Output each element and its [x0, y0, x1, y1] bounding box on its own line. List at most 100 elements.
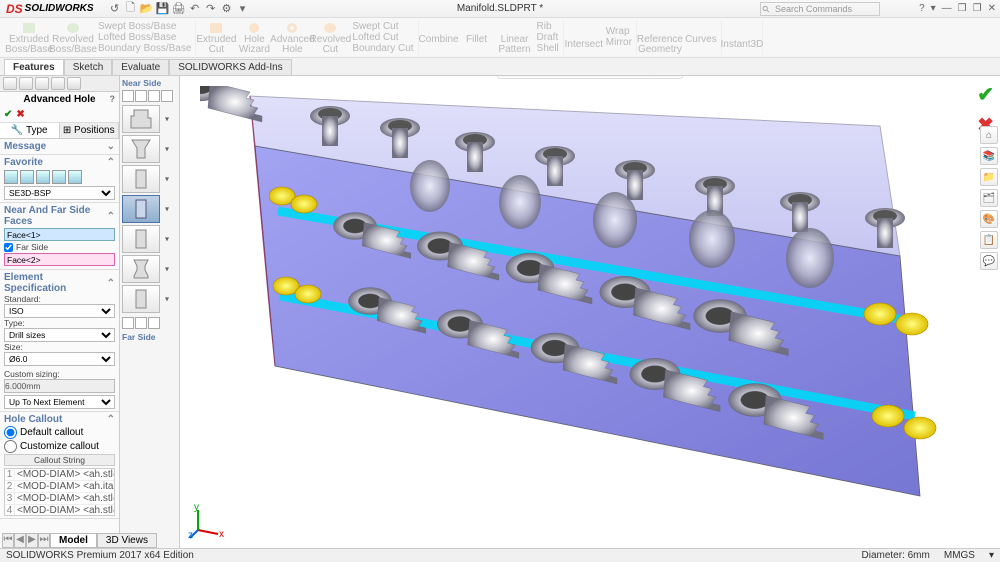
tab-3dviews[interactable]: 3D Views	[97, 533, 157, 548]
tab-model[interactable]: Model	[50, 533, 97, 548]
tab-evaluate[interactable]: Evaluate	[112, 59, 169, 75]
pm-config-icon[interactable]	[35, 77, 49, 90]
tab-last-icon[interactable]: ⏭	[38, 533, 50, 548]
instant3d-button[interactable]: Instant3D	[726, 26, 758, 50]
favorite-heading[interactable]: Favorite	[4, 157, 43, 168]
callout-table[interactable]: 1<MOD-DIAM> <ah.stl@dia> 2<MOD-DIAM> <ah…	[4, 468, 115, 516]
qat-undo-arrow-icon[interactable]: ↺	[108, 2, 122, 16]
extruded-boss-button[interactable]: Extruded Boss/Base	[10, 21, 48, 55]
hole-wizard-button[interactable]: Hole Wizard	[238, 21, 270, 55]
shell-button[interactable]: Shell	[537, 43, 559, 54]
pm-tree-icon[interactable]	[3, 77, 17, 90]
size-select[interactable]: Ø6.0	[4, 352, 115, 366]
tab-addins[interactable]: SOLIDWORKS Add-Ins	[169, 59, 291, 75]
fav-icon[interactable]	[52, 170, 66, 184]
lofted-boss-button[interactable]: Lofted Boss/Base	[98, 32, 191, 43]
close-icon[interactable]: ✕	[988, 3, 996, 14]
scene-icon[interactable]: ✦	[628, 76, 642, 77]
taskpane-explorer-icon[interactable]: 📁	[980, 168, 998, 186]
callout-heading[interactable]: Hole Callout	[4, 414, 62, 425]
restore-icon[interactable]: ❐	[958, 3, 967, 14]
status-more-icon[interactable]: ▾	[989, 550, 994, 561]
combine-button[interactable]: Combine	[423, 21, 455, 55]
help-icon[interactable]: ?	[110, 94, 116, 104]
linear-pattern-button[interactable]: Linear Pattern	[499, 21, 531, 55]
prev-view-icon[interactable]: ↩	[538, 76, 552, 77]
taskpane-resources-icon[interactable]: ⌂	[980, 126, 998, 144]
boundary-boss-button[interactable]: Boundary Boss/Base	[98, 43, 191, 54]
rib-button[interactable]: Rib	[537, 21, 559, 32]
far-face-field[interactable]: Face<2>	[4, 253, 115, 266]
profile-tool-icon[interactable]	[122, 90, 134, 102]
cancel-button[interactable]: ✖	[16, 109, 24, 120]
view-triad[interactable]: x y z	[188, 504, 224, 540]
profile-straight[interactable]: ▾	[122, 165, 160, 193]
qat-print-icon[interactable]: 🖨	[172, 2, 186, 16]
far-side-checkbox[interactable]	[4, 243, 13, 252]
qat-new-icon[interactable]: 🗋	[124, 2, 138, 16]
qat-options-icon[interactable]: ⚙	[220, 2, 234, 16]
intersect-button[interactable]: Intersect	[568, 26, 600, 50]
profile-tool-icon[interactable]	[161, 90, 173, 102]
taskpane-palette-icon[interactable]: 🗂	[980, 189, 998, 207]
profile-counterbore[interactable]: ▾	[122, 105, 160, 133]
type-select[interactable]: Drill sizes	[4, 328, 115, 342]
qat-open-icon[interactable]: 📂	[140, 2, 154, 16]
profile-tool-icon[interactable]	[148, 90, 160, 102]
swept-cut-button[interactable]: Swept Cut	[352, 21, 413, 32]
zoom-fit-icon[interactable]: ⤢	[502, 76, 516, 77]
minimize-icon[interactable]: —	[942, 3, 952, 14]
maximize-icon[interactable]: ❐	[973, 3, 982, 14]
draft-button[interactable]: Draft	[537, 32, 559, 43]
qat-save-icon[interactable]: 💾	[156, 2, 170, 16]
help-dropdown-icon[interactable]: ▾	[931, 3, 936, 14]
subtab-positions[interactable]: ⊞ Positions	[60, 123, 120, 138]
profile-countersink[interactable]: ▾	[122, 135, 160, 163]
status-units[interactable]: MMGS	[944, 550, 975, 561]
reference-geometry-button[interactable]: Reference Geometry	[641, 21, 679, 55]
subtab-type[interactable]: 🔧 Type	[0, 123, 60, 138]
section-icon[interactable]: ▥	[556, 76, 570, 77]
hide-show-icon[interactable]: ◔	[610, 76, 624, 77]
display-style-icon[interactable]: ◉	[592, 76, 606, 77]
favorite-select[interactable]: SE3D-BSP	[4, 186, 115, 200]
help-icon[interactable]: ?	[919, 3, 925, 14]
profile-tool-icon[interactable]	[148, 317, 160, 329]
taskpane-library-icon[interactable]: 📚	[980, 147, 998, 165]
taskpane-props-icon[interactable]: 📋	[980, 231, 998, 249]
profile-straight3[interactable]: ▾	[122, 285, 160, 313]
tab-next-icon[interactable]: ▶	[26, 533, 38, 548]
render-icon[interactable]: ▦	[664, 76, 678, 77]
zoom-area-icon[interactable]: 🔍	[520, 76, 534, 77]
profile-tool-icon[interactable]	[135, 317, 147, 329]
lofted-cut-button[interactable]: Lofted Cut	[352, 32, 413, 43]
near-face-field[interactable]: Face<1>	[4, 228, 115, 241]
mirror-button[interactable]: Mirror	[606, 37, 632, 48]
ok-button[interactable]: ✔	[4, 109, 12, 120]
profile-straight2[interactable]: ▾	[122, 225, 160, 253]
revolved-cut-button[interactable]: Revolved Cut	[314, 21, 346, 55]
profile-tapered[interactable]: ▾	[122, 255, 160, 283]
extruded-cut-button[interactable]: Extruded Cut	[200, 21, 232, 55]
graphics-viewport[interactable]: ⤢🔍↩▥⬓◉◔✦🌐▦ ✔ ✖ ⌂ 📚 📁 🗂 🎨 📋 💬	[180, 76, 1000, 548]
qat-redo-icon[interactable]: ↷	[204, 2, 218, 16]
tab-features[interactable]: Features	[4, 59, 64, 75]
search-commands-input[interactable]: Search Commands	[760, 2, 880, 16]
spec-heading[interactable]: Element Specification	[4, 272, 107, 294]
pm-prop-icon[interactable]	[19, 77, 33, 90]
pm-dim-icon[interactable]	[51, 77, 65, 90]
appearance-icon[interactable]: 🌐	[646, 76, 660, 77]
advanced-hole-button[interactable]: Advanced Hole	[276, 21, 308, 55]
profile-tool-icon[interactable]	[135, 90, 147, 102]
qat-dropdown-icon[interactable]: ▾	[236, 2, 250, 16]
fillet-button[interactable]: Fillet	[461, 21, 493, 55]
message-heading[interactable]: Message	[4, 141, 46, 152]
default-callout-radio[interactable]	[4, 426, 17, 439]
taskpane-appearance-icon[interactable]: 🎨	[980, 210, 998, 228]
standard-select[interactable]: ISO	[4, 304, 115, 318]
view-orient-icon[interactable]: ⬓	[574, 76, 588, 77]
wrap-button[interactable]: Wrap	[606, 26, 632, 37]
fav-icon[interactable]	[36, 170, 50, 184]
pm-display-icon[interactable]	[67, 77, 81, 90]
revolved-boss-button[interactable]: Revolved Boss/Base	[54, 21, 92, 55]
